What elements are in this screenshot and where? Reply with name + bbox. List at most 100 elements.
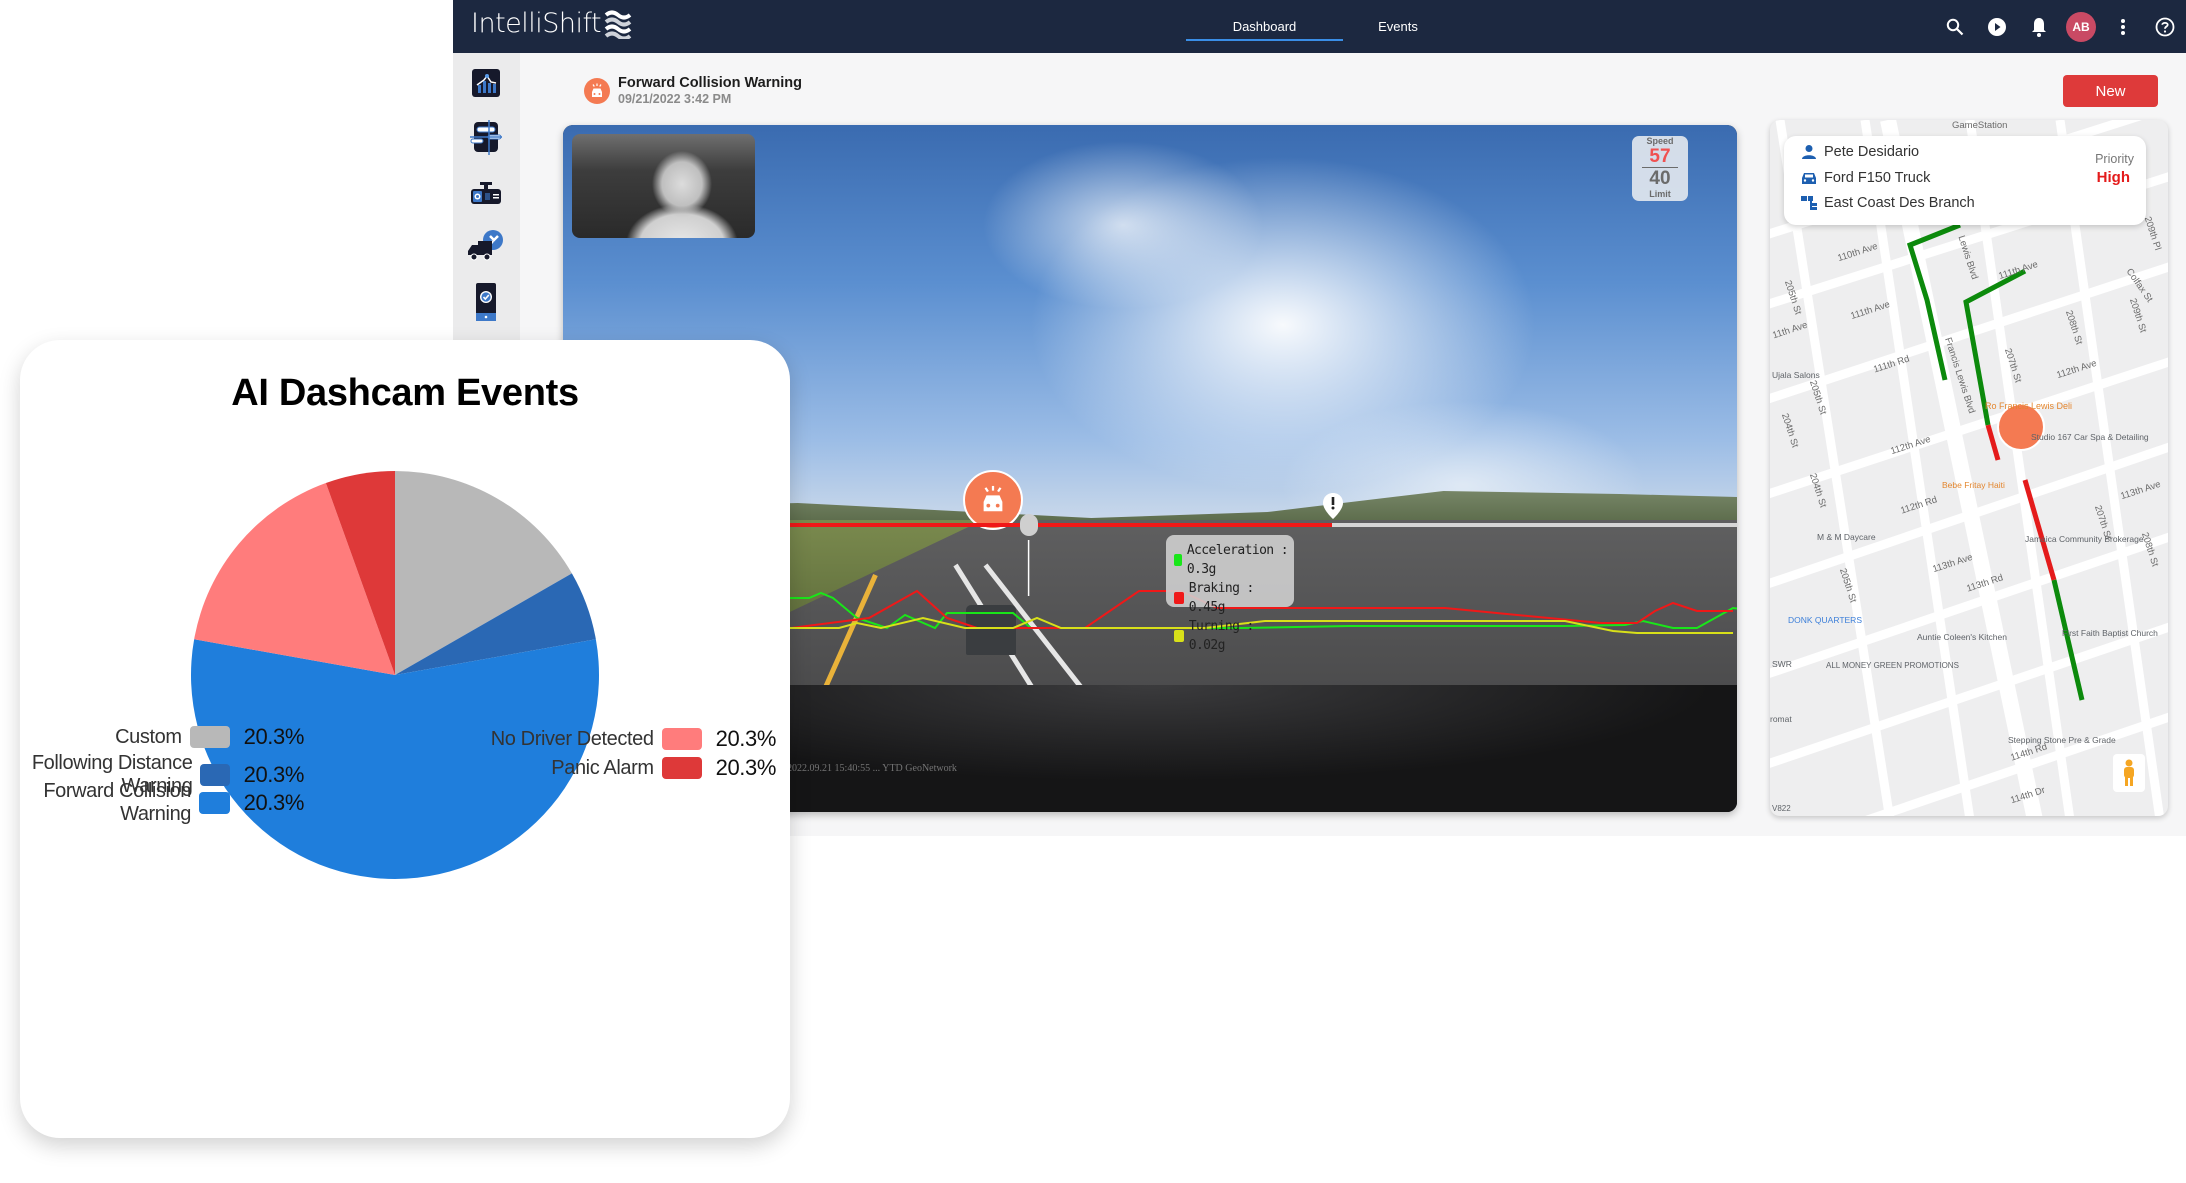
map-place-label: Bebe Fritay Haiti: [1942, 480, 2005, 490]
map-place-label: Ro Francis Lewis Deli: [1985, 401, 2073, 411]
legend-swatch: [189, 726, 230, 748]
driver-camera-inset[interactable]: [572, 134, 755, 238]
collision-car-icon: [584, 78, 610, 104]
legend-item-panic-alarm[interactable]: Panic Alarm 20.3%: [551, 755, 776, 781]
legend-value: 20.3%: [243, 790, 305, 815]
legend-swatch: [199, 792, 230, 814]
sensor-turning: Turning : 0.02g: [1174, 617, 1294, 655]
avatar: AB: [2066, 11, 2096, 42]
new-button[interactable]: New: [2063, 75, 2158, 107]
play-button[interactable]: [1976, 0, 2018, 53]
branch-row: East Coast Des Branch: [1801, 195, 1975, 211]
sidebar-item-analytics[interactable]: [461, 60, 511, 106]
truck-wrench-icon: [468, 230, 503, 261]
mobile-check-icon: [476, 283, 496, 321]
driver-row: Pete Desidario: [1801, 144, 1919, 160]
sensor-turning-label: Turning : 0.02g: [1188, 619, 1255, 653]
header-actions: AB: [1934, 0, 2186, 53]
timeline-track[interactable]: [725, 514, 1737, 536]
map-place-label: Ujala Salons: [1772, 370, 1820, 380]
legend-value: 20.3%: [715, 755, 777, 780]
legend-label: Forward Collision Warning: [43, 780, 192, 825]
legend-label: No Driver Detected: [490, 727, 654, 750]
map-place-label: Auntie Coleen's Kitchen: [1917, 632, 2007, 642]
collision-event-marker[interactable]: [963, 470, 1023, 530]
map-place-label: GameStation: [1952, 120, 2008, 131]
speed-value: 57: [1642, 147, 1678, 168]
bell-icon: [2032, 17, 2046, 37]
help-button[interactable]: [2144, 0, 2186, 53]
sidebar-item-dispatch[interactable]: [461, 114, 511, 160]
map-place-label: ALL MONEY GREEN PROMOTIONS: [1826, 661, 1959, 670]
more-button[interactable]: [2102, 0, 2144, 53]
user-menu-button[interactable]: AB: [2060, 0, 2102, 53]
branch-hierarchy-icon: [1801, 196, 1817, 210]
more-vert-icon: [2121, 18, 2125, 35]
sidebar-item-inspections[interactable]: [461, 279, 511, 325]
notifications-button[interactable]: [2018, 0, 2060, 53]
sensor-tooltip: Acceleration : 0.3g Braking : 0.45g Turn…: [1166, 535, 1294, 653]
map-place-label: SWR: [1772, 659, 1792, 669]
legend-value: 20.3%: [243, 724, 305, 749]
sensor-acceleration-label: Acceleration : 0.3g: [1186, 543, 1289, 577]
legend-item-custom[interactable]: Custom 20.3%: [115, 724, 304, 750]
chart-title: AI Dashcam Events: [231, 372, 579, 414]
logo[interactable]: IntelliShift: [471, 8, 633, 39]
tab-dashboard[interactable]: Dashboard: [1186, 0, 1343, 53]
map-place-label: First Faith Baptist Church: [2062, 628, 2158, 638]
event-title: Forward Collision Warning: [618, 75, 802, 91]
search-icon: [1946, 18, 1964, 35]
end-alert-pin-icon[interactable]: [1322, 492, 1344, 520]
legend-swatch-green: [1174, 554, 1182, 566]
dispatch-board-icon: [470, 120, 502, 155]
legend-item-forward-collision[interactable]: Forward Collision Warning 20.3%: [20, 780, 304, 826]
speed-limit-value: 40: [1649, 168, 1671, 189]
pegman-icon: [2124, 759, 2134, 786]
sensor-acceleration: Acceleration : 0.3g: [1174, 541, 1294, 579]
analytics-chart-icon: [472, 69, 500, 97]
search-button[interactable]: [1934, 0, 1976, 53]
map-place-label: romat: [1770, 714, 1792, 724]
vehicle-name: Ford F150 Truck: [1824, 170, 1931, 186]
event-timestamp: 09/21/2022 3:42 PM: [618, 92, 732, 106]
driver-icon: [1802, 145, 1816, 159]
legend-label: Custom: [115, 725, 182, 748]
pie-chart-card: AI Dashcam Events Custom 20.3% Following…: [20, 340, 790, 1138]
map-place-label: Studio 167 Car Spa & Detailing: [2031, 432, 2149, 442]
map-place-label: V822: [1772, 804, 1791, 813]
priority-label: Priority: [2095, 152, 2134, 166]
speed-limit-label: Limit: [1649, 189, 1671, 199]
logo-mark-icon: [604, 10, 632, 39]
tab-events[interactable]: Events: [1351, 0, 1445, 53]
legend-swatch: [661, 728, 702, 750]
top-bar: IntelliShift Dashboard Events AB: [453, 0, 2186, 53]
collision-car-icon: [983, 485, 1003, 512]
sensor-braking-label: Braking : 0.45g: [1188, 581, 1255, 615]
legend-label: Panic Alarm: [551, 756, 654, 779]
vehicle-icon: [1802, 173, 1816, 184]
play-icon: [1988, 17, 2006, 36]
street-view-button[interactable]: [2113, 754, 2145, 792]
branch-name: East Coast Des Branch: [1824, 195, 1975, 211]
map-place-label: M & M Daycare: [1817, 532, 1876, 542]
event-details-card: Pete Desidario Ford F150 Truck East Coas…: [1784, 136, 2146, 225]
dashcam-icon: [471, 182, 501, 204]
map-place-label: DONK QUARTERS: [1788, 615, 1862, 625]
legend-value: 20.3%: [715, 726, 777, 751]
legend-swatch-yellow: [1174, 630, 1184, 642]
vehicle-row: Ford F150 Truck: [1801, 170, 1930, 186]
map[interactable]: GameStation Ro Francis Lewis Deli Studio…: [1770, 120, 2168, 816]
sidebar-item-dashcam[interactable]: [461, 170, 511, 216]
legend-item-no-driver[interactable]: No Driver Detected 20.3%: [490, 726, 777, 752]
help-icon: [2155, 17, 2175, 36]
timeline-event-range: [761, 523, 1333, 527]
driver-name: Pete Desidario: [1824, 144, 1920, 160]
logo-text: IntelliShift: [471, 8, 602, 39]
sensor-braking: Braking : 0.45g: [1174, 579, 1294, 617]
event-header: Forward Collision Warning 09/21/2022 3:4…: [584, 75, 802, 107]
legend-swatch-red: [1174, 592, 1184, 604]
legend-swatch: [661, 757, 702, 779]
priority-value: High: [2096, 169, 2130, 186]
speed-indicator: Speed 57 40 Limit: [1632, 136, 1688, 201]
sidebar-item-maintenance[interactable]: [461, 223, 511, 269]
